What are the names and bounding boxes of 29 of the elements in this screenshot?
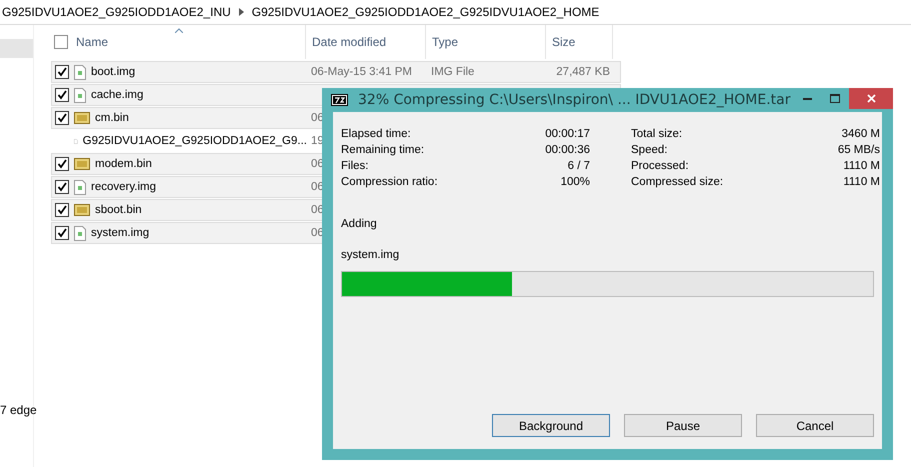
- stat-value: 1110 M: [842, 176, 880, 188]
- status-text: Adding: [341, 218, 378, 230]
- file-type: IMG File: [430, 66, 476, 78]
- stat-label: Elapsed time:: [341, 128, 412, 140]
- file-name: sboot.bin: [95, 204, 142, 216]
- stat-label: Processed:: [631, 160, 690, 172]
- file-name: system.img: [91, 227, 150, 239]
- file-name: boot.img: [91, 66, 136, 78]
- file-name: G925IDVU1AOE2_G925IODD1AOE2_G9...: [82, 135, 307, 147]
- stat-value: 100%: [560, 176, 590, 188]
- stat-label: Total size:: [631, 128, 684, 140]
- file-date: 06-May-15 3:41 PM: [310, 66, 413, 78]
- stat-label: Remaining time:: [341, 144, 426, 156]
- file-name: cache.img: [91, 89, 144, 101]
- stat-value: 00:00:17: [545, 128, 590, 140]
- file-name: recovery.img: [91, 181, 156, 193]
- stat-label: Files:: [341, 160, 370, 172]
- stat-label: Compressed size:: [631, 176, 724, 188]
- stat-value: 65 MB/s: [838, 144, 880, 156]
- file-name: modem.bin: [95, 158, 152, 170]
- stat-label: Compression ratio:: [341, 176, 439, 188]
- stat-value: 00:00:36: [545, 144, 590, 156]
- stat-value: 6 / 7: [566, 160, 590, 172]
- stat-value: 3460 M: [840, 128, 880, 140]
- stat-label: Speed:: [631, 144, 668, 156]
- stat-value: 1110 M: [842, 160, 880, 172]
- current-file: system.img: [341, 249, 400, 261]
- file-name: cm.bin: [95, 112, 129, 124]
- file-size: 27,487 KB: [555, 66, 611, 78]
